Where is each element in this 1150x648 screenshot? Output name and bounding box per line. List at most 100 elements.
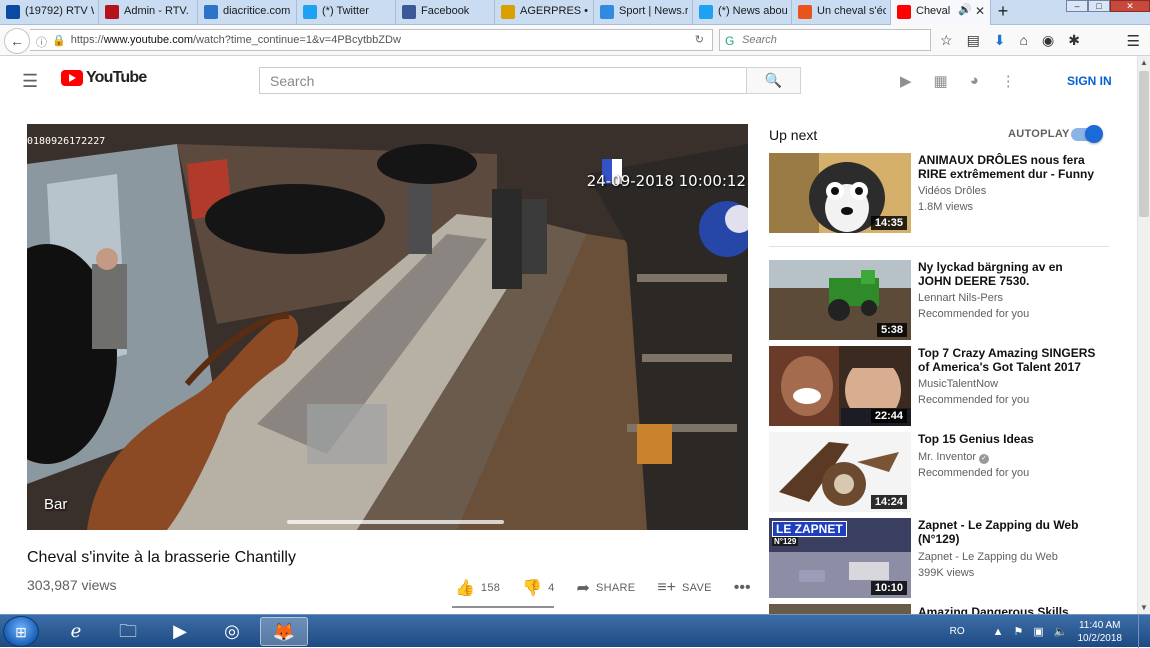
video-duration: 5:38 bbox=[876, 323, 907, 337]
dislike-button[interactable]: 👎 4 bbox=[522, 578, 554, 598]
thumbnail-logo: LE ZAPNET bbox=[772, 521, 847, 537]
video-card-title[interactable]: Ny lyckad bärgning av en JOHN DEERE 7530… bbox=[918, 260, 1096, 288]
video-thumbnail[interactable]: 14:35 bbox=[769, 153, 911, 233]
video-card-title[interactable]: Zapnet - Le Zapping du Web (N°129) bbox=[918, 518, 1096, 546]
hamburger-menu-icon[interactable]: ☰ bbox=[22, 71, 38, 92]
volume-icon[interactable]: 🔈 bbox=[1054, 625, 1068, 638]
action-center-flag-icon[interactable]: ⚑ bbox=[1014, 625, 1024, 638]
search-button[interactable]: 🔍 bbox=[746, 67, 801, 94]
browser-tab[interactable]: AGERPRES • A bbox=[495, 0, 594, 25]
video-thumbnail[interactable]: 22:44 bbox=[769, 346, 911, 426]
channel-name[interactable]: Vidéos Drôles bbox=[918, 185, 986, 197]
search-engine-icon[interactable]: G bbox=[725, 34, 734, 48]
address-bar[interactable]: ⓘ 🔒 https://www.youtube.com/watch?time_c… bbox=[30, 29, 713, 51]
chrome-icon[interactable]: ◎ bbox=[208, 617, 256, 646]
recommended-video[interactable]: 5:38 Ny lyckad bärgning av en JOHN DEERE… bbox=[769, 260, 1129, 340]
video-thumbnail[interactable]: 14:24 bbox=[769, 432, 911, 512]
maximize-button[interactable]: □ bbox=[1088, 0, 1110, 12]
create-video-icon[interactable]: ▶ bbox=[900, 72, 912, 90]
channel-name[interactable]: MusicTalentNow bbox=[918, 378, 998, 390]
browser-tab[interactable]: (19792) RTV W bbox=[0, 0, 99, 25]
tab-title: (*) Twitter bbox=[322, 5, 369, 17]
clock[interactable]: 11:40 AM 10/2/2018 bbox=[1078, 619, 1123, 645]
channel-name[interactable]: Lennart Nils-Pers bbox=[918, 292, 1003, 304]
lock-icon[interactable]: 🔒 bbox=[52, 34, 66, 50]
show-desktop-button[interactable] bbox=[1138, 615, 1150, 648]
browser-tab-active[interactable]: Cheval 🔊 ✕ bbox=[891, 0, 991, 25]
youtube-logo[interactable]: YouTube bbox=[61, 69, 147, 87]
sign-in-button[interactable]: SIGN IN bbox=[1067, 74, 1112, 88]
save-button[interactable]: ≡+ SAVE bbox=[657, 579, 711, 597]
channel-name[interactable]: Zapnet - Le Zapping du Web bbox=[918, 551, 1058, 563]
close-window-button[interactable]: ✕ bbox=[1110, 0, 1150, 12]
more-actions-button[interactable]: ••• bbox=[734, 579, 751, 597]
recommended-video[interactable]: LE ZAPNET N°129 10:10 Zapnet - Le Zappin… bbox=[769, 518, 1129, 598]
apps-grid-icon[interactable]: ▦ bbox=[934, 72, 948, 90]
video-thumbnail[interactable] bbox=[769, 604, 911, 614]
language-indicator[interactable]: RO bbox=[950, 626, 965, 637]
video-thumbnail[interactable]: 5:38 bbox=[769, 260, 911, 340]
browser-tab[interactable]: Sport | News.r bbox=[594, 0, 693, 25]
menu-icon[interactable]: ☰ bbox=[1127, 32, 1140, 50]
video-progress-bar[interactable] bbox=[287, 520, 504, 524]
header-icons: ▶ ▦ ◕ ⋮ bbox=[900, 72, 1016, 90]
info-icon[interactable]: ⓘ bbox=[36, 34, 47, 50]
windows-taskbar: ⊞ ℯ 🗀 ▶ ◎ 🦊 RO ▲ ⚑ ▣ 🔈 11:40 AM 10/2/201… bbox=[0, 614, 1150, 648]
reload-icon[interactable]: ↻ bbox=[695, 33, 704, 46]
page-scrollbar[interactable]: ▲ ▼ bbox=[1137, 56, 1150, 614]
bookmark-star-icon[interactable]: ☆ bbox=[940, 32, 953, 49]
file-explorer-icon[interactable]: 🗀 bbox=[104, 617, 152, 646]
browser-tab[interactable]: (*) News abou bbox=[693, 0, 792, 25]
tab-favicon-icon bbox=[105, 5, 119, 19]
video-player[interactable]: 0180926172227 24-09-2018 10:00:12 Bar bbox=[27, 124, 748, 530]
browser-tab[interactable]: Un cheval s'éc bbox=[792, 0, 891, 25]
close-tab-icon[interactable]: ✕ bbox=[975, 4, 985, 18]
autoplay-toggle[interactable] bbox=[1071, 125, 1103, 143]
reading-list-icon[interactable]: ▤ bbox=[967, 32, 980, 49]
extension-icon[interactable]: ✱ bbox=[1068, 32, 1080, 49]
browser-tab[interactable]: Admin - RTV. bbox=[99, 0, 198, 25]
recommended-video[interactable]: 14:24 Top 15 Genius Ideas Mr. Inventor ✓ … bbox=[769, 432, 1129, 512]
tab-title: Admin - RTV. bbox=[124, 5, 189, 17]
download-icon[interactable]: ⬇ bbox=[994, 32, 1006, 49]
scrollbar-thumb[interactable] bbox=[1139, 71, 1149, 217]
pocket-icon[interactable]: ◉ bbox=[1042, 32, 1054, 49]
internet-explorer-icon[interactable]: ℯ bbox=[52, 617, 100, 646]
channel-name[interactable]: Mr. Inventor ✓ bbox=[918, 451, 990, 464]
tab-favicon-icon bbox=[303, 5, 317, 19]
tab-title: Sport | News.r bbox=[619, 5, 688, 17]
tab-favicon-icon bbox=[501, 5, 515, 19]
messages-icon[interactable]: ◕ bbox=[970, 72, 979, 90]
firefox-icon[interactable]: 🦊 bbox=[260, 617, 308, 646]
browser-tab[interactable]: Facebook bbox=[396, 0, 495, 25]
video-card-title[interactable]: Amazing Dangerous Skills bbox=[918, 605, 1096, 614]
video-card-title[interactable]: Top 7 Crazy Amazing SINGERS of America's… bbox=[918, 346, 1096, 374]
speaker-icon[interactable]: 🔊 bbox=[958, 3, 972, 16]
verified-check-icon: ✓ bbox=[979, 454, 990, 464]
recommended-video[interactable]: 14:35 ANIMAUX DRÔLES nous fera RIRE extr… bbox=[769, 153, 1129, 233]
browser-tab[interactable]: (*) Twitter bbox=[297, 0, 396, 25]
back-arrow-icon[interactable]: ← bbox=[4, 28, 30, 54]
share-button[interactable]: ➦ SHARE bbox=[577, 578, 636, 598]
media-player-icon[interactable]: ▶ bbox=[156, 617, 204, 646]
browser-search-input[interactable]: G Search bbox=[719, 29, 931, 51]
home-icon[interactable]: ⌂ bbox=[1020, 32, 1028, 49]
tray-expand-icon[interactable]: ▲ bbox=[993, 626, 1004, 638]
start-button[interactable]: ⊞ bbox=[3, 616, 39, 647]
scroll-down-icon[interactable]: ▼ bbox=[1140, 603, 1148, 612]
video-card-title[interactable]: Top 15 Genius Ideas bbox=[918, 432, 1096, 446]
recommended-video[interactable]: Amazing Dangerous Skills bbox=[769, 604, 1129, 614]
scroll-up-icon[interactable]: ▲ bbox=[1140, 58, 1148, 67]
video-card-title[interactable]: ANIMAUX DRÔLES nous fera RIRE extrêmemen… bbox=[918, 153, 1096, 181]
new-tab-button[interactable]: + bbox=[991, 0, 1015, 24]
like-button[interactable]: 👍 158 bbox=[455, 578, 500, 598]
recommended-video[interactable]: 22:44 Top 7 Crazy Amazing SINGERS of Ame… bbox=[769, 346, 1129, 426]
browser-tab[interactable]: diacritice.com bbox=[198, 0, 297, 25]
video-thumbnail[interactable]: LE ZAPNET N°129 10:10 bbox=[769, 518, 911, 598]
network-icon[interactable]: ▣ bbox=[1033, 625, 1043, 638]
more-vertical-icon[interactable]: ⋮ bbox=[1001, 72, 1016, 90]
search-input[interactable]: Search bbox=[259, 67, 747, 94]
minimize-button[interactable]: – bbox=[1066, 0, 1088, 12]
view-count: 303,987 views bbox=[27, 577, 117, 593]
like-ratio-bar bbox=[452, 606, 554, 608]
